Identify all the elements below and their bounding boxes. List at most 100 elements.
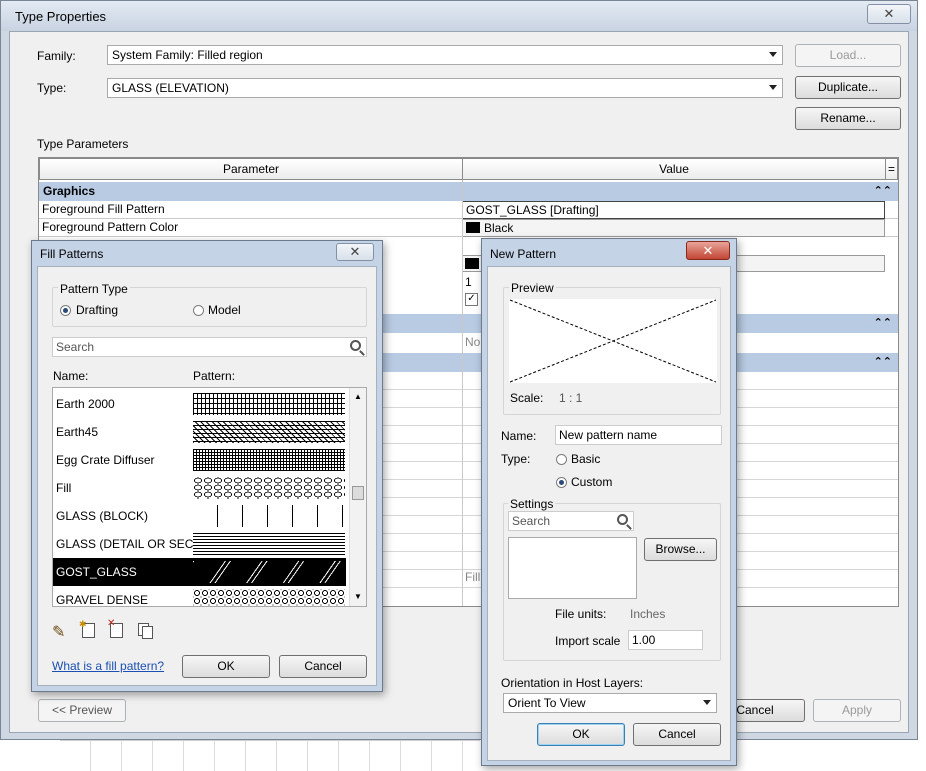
preview-label: Preview — [509, 281, 556, 295]
scroll-up-arrow-icon[interactable]: ▲ — [354, 392, 362, 401]
custom-radio[interactable] — [556, 477, 567, 488]
type-label: Type: — [501, 452, 531, 466]
edit-pencil-icon[interactable]: ✎ — [52, 622, 65, 642]
window-title: Type Properties — [15, 9, 107, 24]
value-cell-none: No — [465, 335, 481, 349]
type-combo[interactable]: GLASS (ELEVATION) — [107, 78, 783, 98]
type-label: Type: — [37, 81, 67, 95]
column-header-parameter[interactable]: Parameter — [39, 158, 463, 180]
param-value-color[interactable]: Black — [462, 219, 885, 237]
cancel-button[interactable]: Cancel — [279, 655, 367, 678]
column-header-value[interactable]: Value — [462, 158, 886, 180]
drawing-area-lines — [60, 740, 480, 771]
scale-label: Scale: — [510, 391, 544, 405]
pattern-name: GLASS (DETAIL OR SECTI — [56, 537, 205, 551]
apply-button[interactable]: Apply — [813, 699, 901, 722]
param-value[interactable]: GOST_GLASS [Drafting] — [462, 201, 885, 219]
import-scale-label: Import scale — [555, 634, 621, 648]
list-item[interactable]: Earth 2000 — [53, 390, 346, 418]
color-value: Black — [484, 221, 514, 235]
duplicate-button[interactable]: Duplicate... — [795, 76, 901, 99]
pattern-swatch — [193, 477, 345, 499]
search-placeholder: Search — [56, 340, 95, 354]
scroll-thumb[interactable] — [352, 486, 364, 500]
dialog-title: Fill Patterns — [40, 247, 104, 261]
file-units-value: Inches — [630, 607, 666, 621]
cancel-button[interactable]: Cancel — [633, 723, 721, 746]
dialog-title: New Pattern — [490, 247, 557, 261]
ok-button[interactable]: OK — [182, 655, 270, 678]
scale-value: 1 : 1 — [559, 391, 583, 405]
drafting-label[interactable]: Drafting — [76, 303, 118, 317]
new-pattern-icon[interactable]: ✱ — [79, 619, 95, 638]
name-input[interactable]: New pattern name — [555, 425, 722, 445]
ok-button[interactable]: OK — [537, 723, 625, 746]
pattern-swatch — [193, 393, 345, 415]
import-scale-input[interactable]: 1.00 — [628, 630, 703, 650]
collapse-icon[interactable]: ⌃⌃ — [874, 182, 892, 200]
preview-canvas — [509, 299, 717, 383]
name-value: New pattern name — [559, 428, 658, 442]
delete-pattern-icon[interactable]: ✕ — [107, 618, 123, 638]
title-bar: Type Properties ✕ — [1, 1, 917, 31]
pattern-name: GLASS (BLOCK) — [56, 509, 149, 523]
pattern-swatch — [193, 589, 345, 606]
table-row[interactable]: Foreground Pattern Color Black — [39, 219, 898, 237]
pattern-header: Pattern: — [193, 369, 236, 383]
value-cell-checkbox[interactable]: ✓ — [465, 293, 478, 306]
model-label[interactable]: Model — [208, 303, 241, 317]
close-button[interactable]: ✕ — [686, 241, 730, 260]
close-icon: ✕ — [349, 244, 361, 259]
column-divider — [462, 180, 463, 606]
collapse-icon[interactable]: ⌃⌃ — [874, 353, 892, 371]
close-button[interactable]: ✕ — [867, 4, 911, 24]
type-value: GLASS (ELEVATION) — [112, 81, 229, 95]
import-scale-value: 1.00 — [632, 633, 656, 647]
pattern-name: GRAVEL DENSE — [56, 593, 149, 607]
drafting-radio[interactable] — [60, 305, 71, 316]
list-scrollbar[interactable]: ▲ ▼ — [349, 388, 366, 606]
name-label: Name: — [501, 429, 537, 443]
fill-patterns-dialog: Fill Patterns ✕ Pattern Type Drafting Mo… — [31, 240, 383, 692]
load-button[interactable]: Load... — [795, 44, 901, 67]
file-list-box[interactable] — [508, 537, 637, 599]
duplicate-pattern-icon[interactable] — [138, 623, 153, 639]
list-item[interactable]: GRAVEL DENSE — [53, 586, 346, 607]
list-item[interactable]: Fill — [53, 474, 346, 502]
list-item[interactable]: GLASS (DETAIL OR SECTI — [53, 530, 346, 558]
search-icon[interactable] — [350, 340, 361, 351]
list-item[interactable]: Earth45 — [53, 418, 346, 446]
value-cell-fill: Fill — [465, 570, 481, 584]
pattern-list[interactable]: Earth 2000 Earth45 Egg Crate Diffuser Fi… — [52, 387, 367, 607]
param-name: Foreground Pattern Color — [42, 220, 179, 234]
settings-search-input[interactable]: Search — [508, 511, 634, 531]
scroll-down-arrow-icon[interactable]: ▼ — [354, 592, 362, 601]
column-header-extra[interactable]: = — [885, 158, 898, 180]
orientation-combo[interactable]: Orient To View — [503, 693, 717, 713]
search-input[interactable]: Search — [52, 337, 367, 357]
preview-button[interactable]: << Preview — [38, 699, 126, 722]
pattern-swatch — [193, 561, 345, 583]
file-units-label: File units: — [555, 607, 607, 621]
search-icon[interactable] — [617, 514, 628, 525]
group-graphics[interactable]: Graphics ⌃⌃ — [39, 182, 898, 201]
close-button[interactable]: ✕ — [336, 243, 374, 261]
table-row[interactable]: Foreground Fill Pattern GOST_GLASS [Draf… — [39, 201, 898, 219]
list-item[interactable]: GLASS (BLOCK) — [53, 502, 346, 530]
model-radio[interactable] — [193, 305, 204, 316]
rename-button[interactable]: Rename... — [795, 107, 901, 130]
dropdown-arrow-icon — [769, 85, 777, 90]
family-combo[interactable]: System Family: Filled region — [107, 45, 783, 65]
browse-button[interactable]: Browse... — [644, 538, 717, 561]
settings-label: Settings — [508, 497, 556, 511]
list-item[interactable]: Egg Crate Diffuser — [53, 446, 346, 474]
value-cell-number[interactable]: 1 — [465, 275, 472, 289]
basic-label[interactable]: Basic — [571, 452, 600, 466]
basic-radio[interactable] — [556, 454, 567, 465]
help-link[interactable]: What is a fill pattern? — [52, 659, 164, 673]
list-item-selected[interactable]: GOST_GLASS — [53, 558, 346, 586]
type-parameters-label: Type Parameters — [37, 137, 129, 151]
custom-label[interactable]: Custom — [571, 475, 612, 489]
pattern-swatch — [193, 533, 345, 555]
collapse-icon[interactable]: ⌃⌃ — [874, 314, 892, 332]
